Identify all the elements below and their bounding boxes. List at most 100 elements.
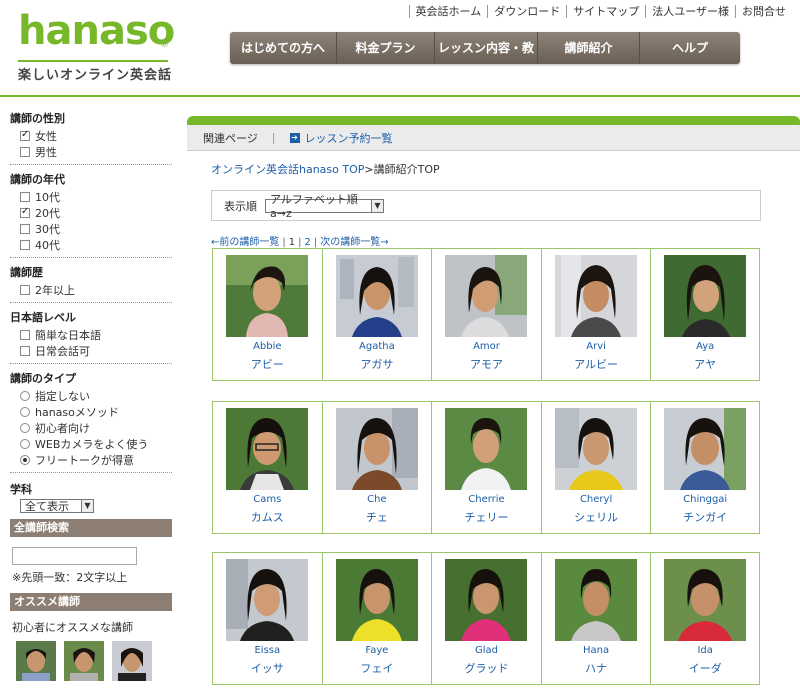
radio-unspecified[interactable] <box>20 391 30 401</box>
teacher-photo[interactable] <box>335 408 418 490</box>
teacher-photo[interactable] <box>555 255 638 337</box>
checkbox-female[interactable] <box>20 129 30 141</box>
teacher-photo[interactable] <box>226 255 309 337</box>
teacher-photo[interactable] <box>664 255 747 337</box>
pager-prev[interactable]: ←前の講師一覧 <box>211 237 279 248</box>
toplink-download[interactable]: ダウンロード <box>487 5 566 18</box>
filter-option-male[interactable]: 男性 <box>10 144 172 160</box>
filter-option-webcam[interactable]: WEBカメラをよく使う <box>10 436 172 452</box>
teacher-photo[interactable] <box>226 408 309 490</box>
teacher-card[interactable]: Cheryl シェリル <box>542 402 652 533</box>
teacher-card[interactable]: Che チェ <box>323 402 433 533</box>
filter-option-simple-japanese[interactable]: 簡単な日本語 <box>10 327 172 343</box>
filter-option-20s[interactable]: 20代 <box>10 205 172 221</box>
teacher-name-jp[interactable]: チェリー <box>464 509 508 525</box>
teacher-name-en[interactable]: Che <box>367 494 386 505</box>
nav-teachers[interactable]: 講師紹介 <box>538 32 640 64</box>
sort-select[interactable]: アルファベット順 a→z ▼ <box>265 193 384 220</box>
teacher-name-en[interactable]: Cherrie <box>468 494 504 505</box>
checkbox-10s[interactable] <box>20 192 30 202</box>
teacher-search-input[interactable] <box>12 547 137 565</box>
teacher-card[interactable]: Cams カムス <box>213 402 323 533</box>
filter-option-free-talk[interactable]: フリートークが得意 <box>10 452 172 468</box>
teacher-name-jp[interactable]: チェ <box>366 509 388 525</box>
teacher-photo[interactable] <box>445 559 528 641</box>
teacher-name-en[interactable]: Hana <box>583 645 609 656</box>
teacher-name-en[interactable]: Abbie <box>253 341 281 352</box>
teacher-name-en[interactable]: Cams <box>253 494 281 505</box>
teacher-name-jp[interactable]: グラッド <box>464 660 508 676</box>
filter-option-40s[interactable]: 40代 <box>10 237 172 253</box>
teacher-name-en[interactable]: Agatha <box>359 341 395 352</box>
filter-option-daily-japanese[interactable]: 日常会話可 <box>10 343 172 359</box>
teacher-name-jp[interactable]: アヤ <box>694 356 716 372</box>
teacher-name-jp[interactable]: アビー <box>251 356 284 372</box>
nav-help[interactable]: ヘルプ <box>640 32 740 64</box>
teacher-photo[interactable] <box>664 408 747 490</box>
checkbox-daily-japanese[interactable] <box>20 346 30 356</box>
chevron-down-icon[interactable]: ▼ <box>81 500 93 512</box>
checkbox-20s[interactable] <box>20 206 30 218</box>
teacher-name-jp[interactable]: カムス <box>251 509 284 525</box>
teacher-name-jp[interactable]: アガサ <box>360 356 393 372</box>
teacher-photo[interactable] <box>335 255 418 337</box>
toplink-eikaiwa-home[interactable]: 英会話ホーム <box>408 5 488 18</box>
teacher-name-en[interactable]: Glad <box>475 645 498 656</box>
teacher-photo[interactable] <box>16 641 56 681</box>
teacher-name-jp[interactable]: アモア <box>470 356 503 372</box>
teacher-name-jp[interactable]: イッサ <box>251 660 284 676</box>
subject-select[interactable]: 全て表示 ▼ <box>20 499 94 513</box>
teacher-name-jp[interactable]: チンガイ <box>683 509 727 525</box>
pager-next[interactable]: 次の講師一覧→ <box>320 237 388 248</box>
teacher-name-jp[interactable]: フェイ <box>360 660 393 676</box>
filter-option-unspecified[interactable]: 指定しない <box>10 388 172 404</box>
teacher-name-en[interactable]: Ida <box>697 645 712 656</box>
filter-option-10s[interactable]: 10代 <box>10 189 172 205</box>
teacher-card[interactable]: Cherrie チェリー <box>432 402 542 533</box>
toplink-sitemap[interactable]: サイトマップ <box>566 5 645 18</box>
nav-pricing[interactable]: 料金プラン <box>337 32 435 64</box>
teacher-card[interactable]: Ida イーダ <box>651 553 759 684</box>
teacher-name-en[interactable]: Amor <box>473 341 500 352</box>
teacher-card[interactable]: Glad グラッド <box>432 553 542 684</box>
filter-option-2years[interactable]: 2年以上 <box>10 282 172 298</box>
radio-free-talk[interactable] <box>20 455 30 465</box>
teacher-card[interactable]: Aya アヤ <box>651 249 759 380</box>
teacher-photo[interactable] <box>555 559 638 641</box>
toplink-contact[interactable]: お問合せ <box>735 5 792 18</box>
teacher-card[interactable]: Arvi アルビー <box>542 249 652 380</box>
teacher-name-en[interactable]: Faye <box>365 645 388 656</box>
breadcrumb-home[interactable]: オンライン英会話hanaso TOP <box>211 163 364 176</box>
teacher-name-jp[interactable]: イーダ <box>689 660 722 676</box>
chevron-down-icon[interactable]: ▼ <box>371 199 383 212</box>
teacher-name-jp[interactable]: シェリル <box>574 509 618 525</box>
teacher-card[interactable]: Faye フェイ <box>323 553 433 684</box>
teacher-name-en[interactable]: Arvi <box>586 341 606 352</box>
checkbox-30s[interactable] <box>20 224 30 234</box>
teacher-photo[interactable] <box>64 641 104 681</box>
teacher-photo[interactable] <box>112 641 152 681</box>
teacher-photo[interactable] <box>555 408 638 490</box>
teacher-card[interactable]: Agatha アガサ <box>323 249 433 380</box>
lesson-reservation-link[interactable]: レッスン予約一覧 <box>305 130 393 146</box>
checkbox-40s[interactable] <box>20 240 30 250</box>
logo[interactable]: hanaso <box>18 8 175 54</box>
teacher-photo[interactable] <box>664 559 747 641</box>
filter-option-30s[interactable]: 30代 <box>10 221 172 237</box>
filter-option-female[interactable]: 女性 <box>10 128 172 144</box>
teacher-card[interactable]: Hana ハナ <box>542 553 652 684</box>
checkbox-simple-japanese[interactable] <box>20 330 30 340</box>
checkbox-male[interactable] <box>20 147 30 157</box>
filter-option-hanaso-method[interactable]: hanasoメソッド <box>10 404 172 420</box>
filter-option-beginner[interactable]: 初心者向け <box>10 420 172 436</box>
teacher-photo[interactable] <box>445 408 528 490</box>
toplink-corporate[interactable]: 法人ユーザー様 <box>645 5 735 18</box>
teacher-card[interactable]: Chinggai チンガイ <box>651 402 759 533</box>
teacher-photo[interactable] <box>445 255 528 337</box>
teacher-name-jp[interactable]: アルビー <box>574 356 618 372</box>
radio-hanaso-method[interactable] <box>20 407 30 417</box>
teacher-photo[interactable] <box>226 559 309 641</box>
teacher-name-en[interactable]: Cheryl <box>580 494 612 505</box>
pager-page-2[interactable]: 2 <box>305 237 311 248</box>
checkbox-2years[interactable] <box>20 285 30 295</box>
